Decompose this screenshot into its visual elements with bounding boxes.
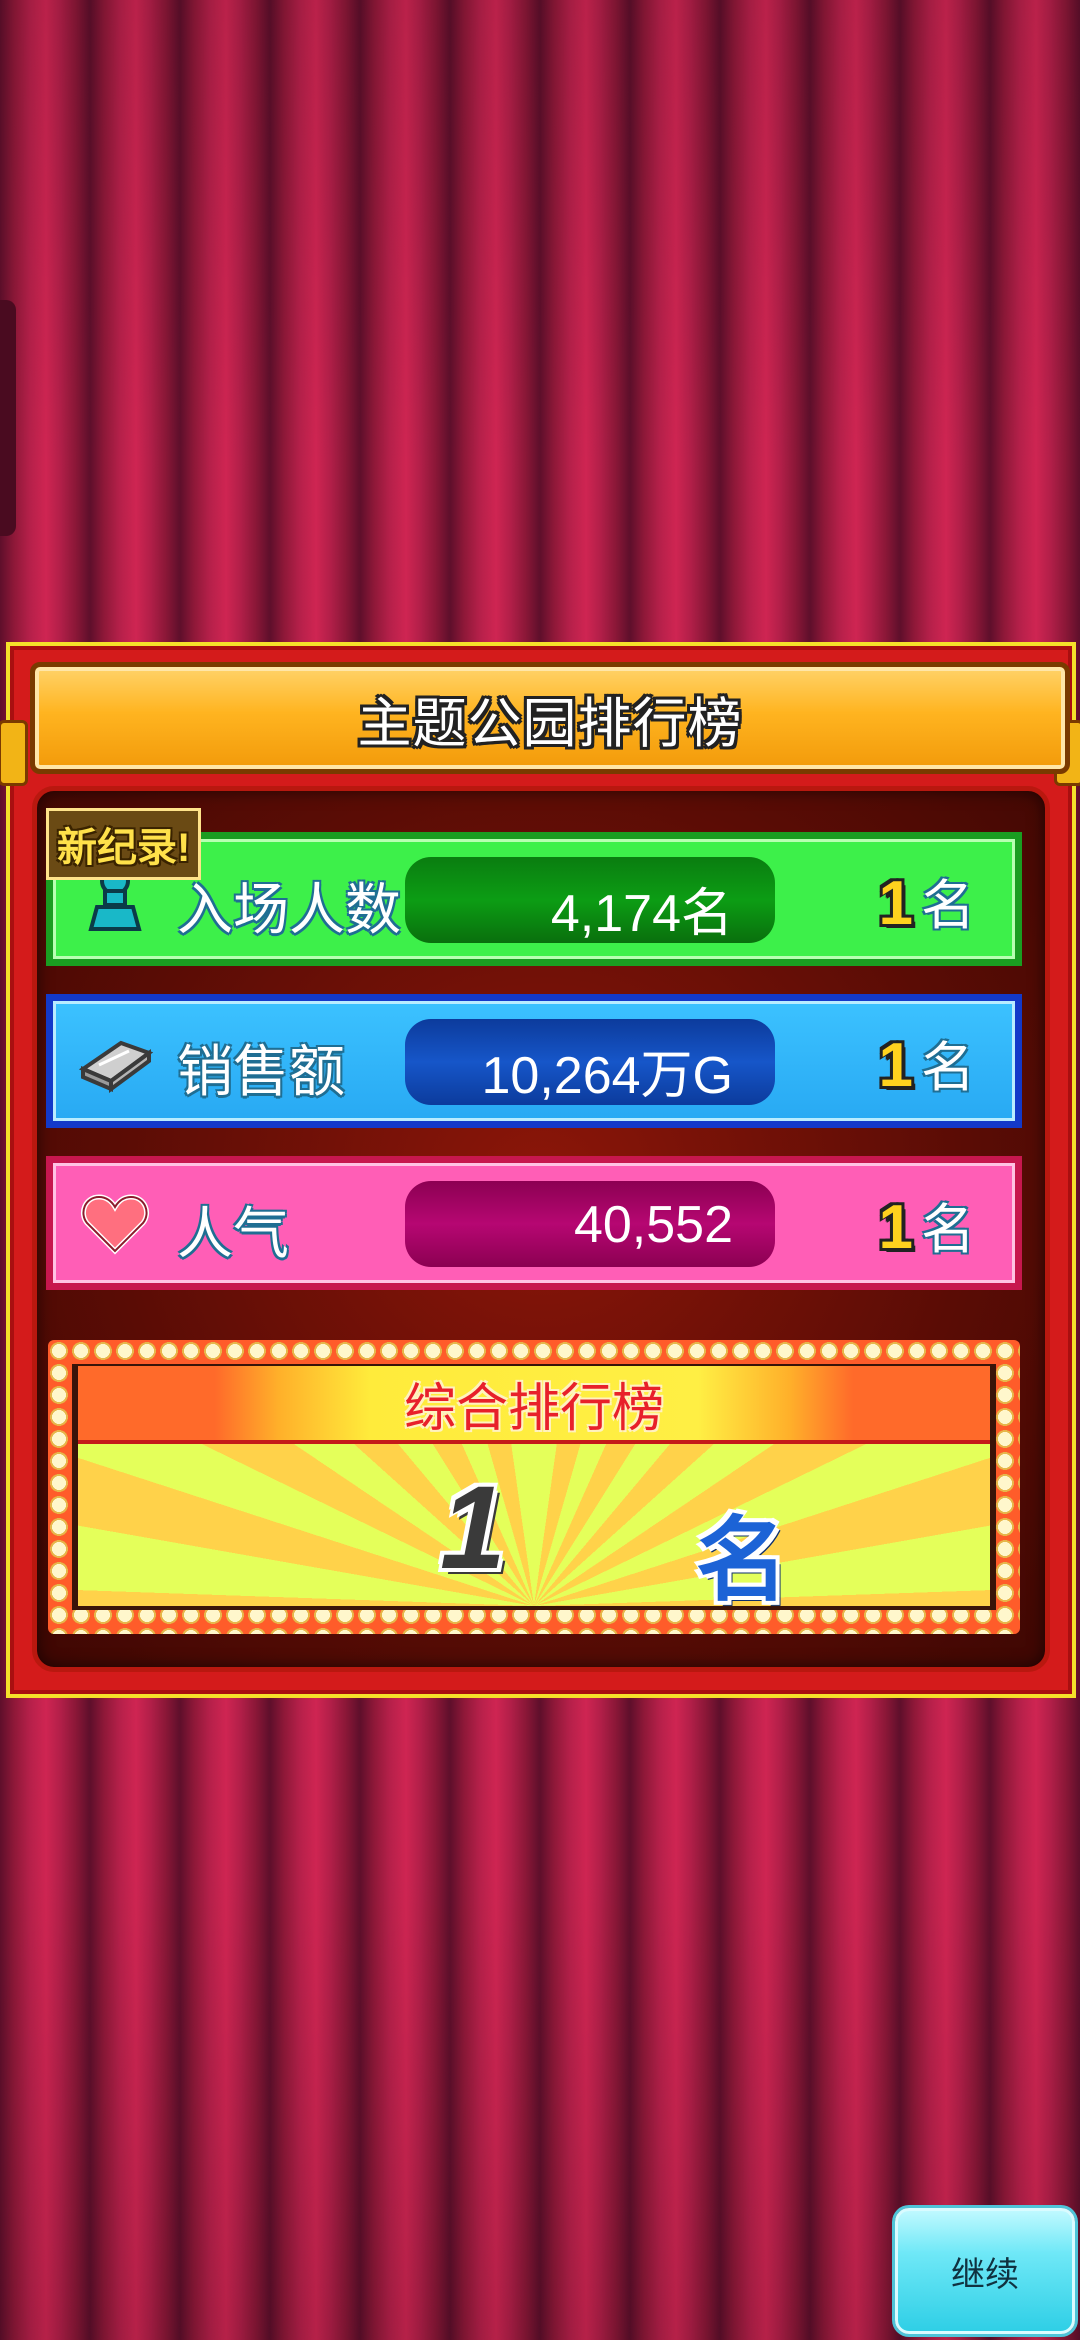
- title-bar-left-cap: [0, 720, 28, 786]
- new-record-badge: 新纪录!: [46, 808, 202, 880]
- continue-button[interactable]: 继续: [895, 2208, 1075, 2334]
- rank-number: 1: [878, 1193, 913, 1262]
- rank-display: 1 名: [879, 861, 975, 940]
- rank-number: 1: [878, 1031, 913, 1100]
- overall-ranking-title: 综合排行榜: [403, 1379, 664, 1438]
- overall-ranking-sunburst: [78, 1444, 990, 1606]
- stat-label: 入场人数: [177, 878, 401, 941]
- sales-row: 销售额 10,264万G 1 名: [46, 994, 1022, 1128]
- rank-display: 1 名: [879, 1023, 975, 1102]
- stat-label: 销售额: [177, 1040, 345, 1103]
- overall-ranking-panel: 综合排行榜: [48, 1340, 1020, 1634]
- side-drawer-handle[interactable]: [0, 300, 16, 536]
- stat-value: 40,552: [405, 1181, 775, 1267]
- page-title: 主题公园排行榜: [357, 693, 743, 754]
- stat-value: 4,174名: [405, 857, 775, 943]
- rank-display: 1 名: [879, 1185, 975, 1264]
- overall-rank-number: 1: [440, 1462, 506, 1594]
- money-stack-icon: [78, 1040, 153, 1093]
- stat-label: 人气: [177, 1202, 289, 1265]
- stat-value: 10,264万G: [405, 1019, 775, 1105]
- rank-suffix: 名: [921, 876, 975, 936]
- rank-suffix: 名: [921, 1200, 975, 1260]
- heart-icon: [81, 1194, 149, 1255]
- popularity-row: 人气 40,552 1 名: [46, 1156, 1022, 1290]
- overall-ranking-header: 综合排行榜: [78, 1366, 990, 1444]
- title-bar: 主题公园排行榜: [30, 662, 1070, 774]
- rank-number: 1: [878, 869, 913, 938]
- rank-suffix: 名: [921, 1038, 975, 1098]
- overall-rank-suffix: 名: [696, 1510, 789, 1612]
